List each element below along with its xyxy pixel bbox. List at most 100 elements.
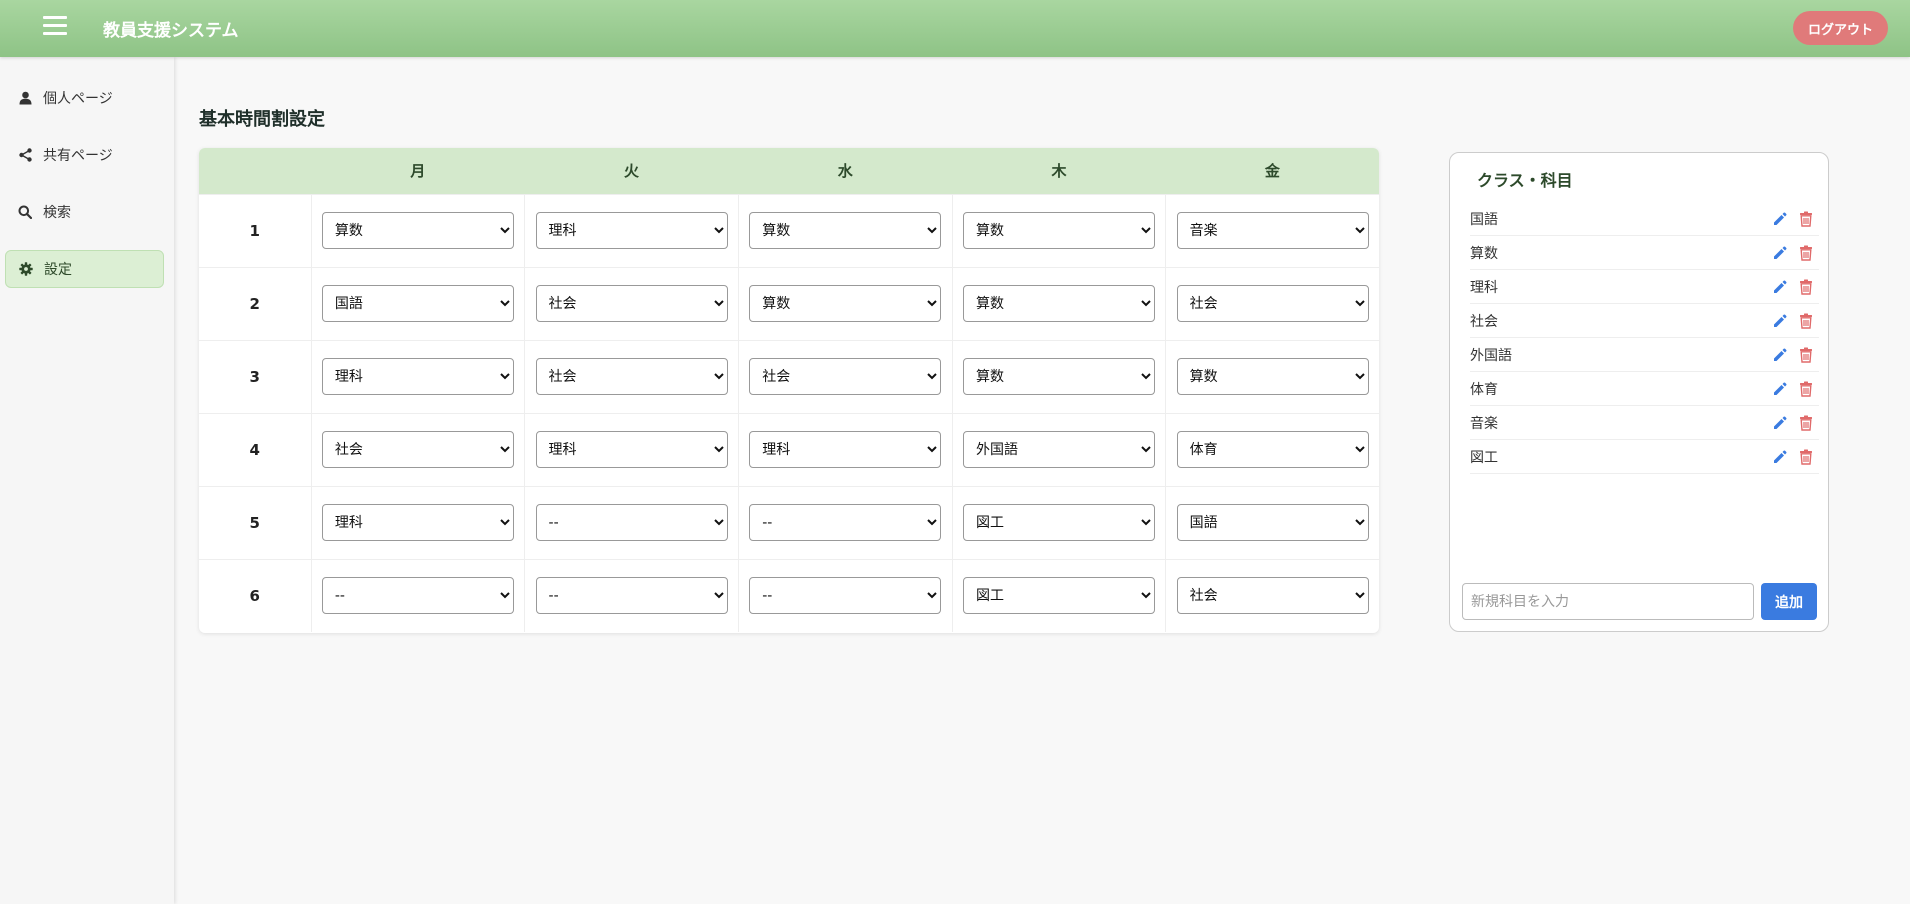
edit-pencil-icon[interactable] <box>1771 210 1789 228</box>
subject-select[interactable]: -- <box>749 504 942 541</box>
subject-select[interactable]: 音楽 <box>1176 212 1369 249</box>
subject-select[interactable]: 理科 <box>749 431 942 468</box>
subject-select[interactable]: 算数 <box>962 212 1155 249</box>
share-icon <box>17 147 33 163</box>
timetable-cell: 算数 <box>737 193 953 267</box>
subject-select[interactable]: 理科 <box>535 212 728 249</box>
timetable-cell: 社会 <box>524 339 739 413</box>
subject-select[interactable]: 図工 <box>962 577 1155 615</box>
subject-select[interactable]: 社会 <box>321 431 514 468</box>
subject-actions <box>1771 346 1819 364</box>
hamburger-menu-icon[interactable] <box>43 16 67 38</box>
delete-trash-icon[interactable] <box>1797 414 1815 432</box>
subject-select[interactable]: 社会 <box>1176 577 1369 615</box>
subject-select[interactable]: 算数 <box>1176 358 1369 395</box>
subject-list-item: 音楽 <box>1470 406 1819 440</box>
panel-title: クラス・科目 <box>1477 171 1573 190</box>
timetable-header-row: 月 火 水 木 金 <box>199 148 1379 194</box>
period-label: 5 <box>199 485 311 559</box>
subject-select[interactable]: 社会 <box>1176 285 1369 322</box>
subject-select[interactable]: 国語 <box>321 285 514 322</box>
subject-select[interactable]: 国語 <box>1176 504 1369 541</box>
gear-icon <box>18 261 34 277</box>
timetable-cell: -- <box>737 485 953 559</box>
edit-pencil-icon[interactable] <box>1771 244 1789 262</box>
subject-select[interactable]: 算数 <box>749 285 942 322</box>
search-icon <box>17 204 33 220</box>
timetable-cell: 算数 <box>951 266 1166 340</box>
subject-select[interactable]: 算数 <box>962 285 1155 322</box>
subject-select[interactable]: 理科 <box>535 431 728 468</box>
new-subject-input[interactable] <box>1462 583 1754 620</box>
timetable-cell: 図工 <box>951 485 1166 559</box>
sidebar-item-settings[interactable]: 設定 <box>5 250 164 288</box>
delete-trash-icon[interactable] <box>1797 448 1815 466</box>
delete-trash-icon[interactable] <box>1797 346 1815 364</box>
timetable-cell: 外国語 <box>951 412 1166 486</box>
edit-pencil-icon[interactable] <box>1771 448 1789 466</box>
subject-actions <box>1771 210 1819 228</box>
subject-select[interactable]: -- <box>321 577 514 615</box>
timetable: 月 火 水 木 金 1 算数 理科 算数 算数 音楽 2 国語 社会 算数 算数 社会 3 理科 社会 社会算… <box>199 148 1379 633</box>
edit-pencil-icon[interactable] <box>1771 278 1789 296</box>
day-header: 火 <box>524 148 739 194</box>
app-header: 教員支援システム ログアウト <box>0 0 1910 57</box>
sidebar-item-label: 個人ページ <box>43 91 113 107</box>
subject-select[interactable]: 社会 <box>535 285 728 322</box>
sidebar-item-shared-page[interactable]: 共有ページ <box>5 136 164 174</box>
subject-select[interactable]: 体育 <box>1176 431 1369 468</box>
subject-select[interactable]: -- <box>535 577 728 615</box>
subject-name: 算数 <box>1470 245 1498 262</box>
delete-trash-icon[interactable] <box>1797 312 1815 330</box>
subject-select[interactable]: 算数 <box>749 212 942 249</box>
logout-button[interactable]: ログアウト <box>1792 11 1888 45</box>
subject-panel: クラス・科目 国語算数理科社会外国語体育音楽図工 追加 <box>1449 152 1829 632</box>
subject-actions <box>1771 380 1819 398</box>
subject-list-item: 算数 <box>1470 236 1819 270</box>
subject-select[interactable]: -- <box>535 504 728 541</box>
subject-select[interactable]: -- <box>749 577 942 615</box>
sidebar-item-search[interactable]: 検索 <box>5 193 164 231</box>
timetable-cell: 理科 <box>310 339 525 413</box>
subject-select[interactable]: 社会 <box>535 358 728 395</box>
timetable-cell: 算数 <box>951 339 1166 413</box>
subject-actions <box>1771 244 1819 262</box>
add-subject-button[interactable]: 追加 <box>1761 583 1817 620</box>
sidebar: 個人ページ 共有ページ 検索 設定 <box>0 57 174 904</box>
subject-list-item: 社会 <box>1470 304 1819 338</box>
sidebar-item-label: 共有ページ <box>43 148 113 164</box>
edit-pencil-icon[interactable] <box>1771 380 1789 398</box>
subject-select[interactable]: 理科 <box>321 504 514 541</box>
day-header: 水 <box>738 148 953 194</box>
delete-trash-icon[interactable] <box>1797 278 1815 296</box>
delete-trash-icon[interactable] <box>1797 380 1815 398</box>
subject-actions <box>1771 312 1819 330</box>
sidebar-item-personal-page[interactable]: 個人ページ <box>5 79 164 117</box>
subject-list-item: 理科 <box>1470 270 1819 304</box>
subject-select[interactable]: 算数 <box>321 212 514 249</box>
edit-pencil-icon[interactable] <box>1771 414 1789 432</box>
subject-actions <box>1771 448 1819 466</box>
day-header: 金 <box>1165 148 1379 194</box>
timetable-cell: 社会 <box>737 339 953 413</box>
subject-name: 社会 <box>1470 313 1498 330</box>
timetable-cell: 図工 <box>951 558 1166 632</box>
subject-select[interactable]: 図工 <box>962 504 1155 541</box>
timetable-cell: 国語 <box>1165 485 1379 559</box>
edit-pencil-icon[interactable] <box>1771 346 1789 364</box>
subject-name: 外国語 <box>1470 347 1512 364</box>
delete-trash-icon[interactable] <box>1797 244 1815 262</box>
subject-select[interactable]: 理科 <box>321 358 514 395</box>
subject-name: 体育 <box>1470 381 1498 398</box>
edit-pencil-icon[interactable] <box>1771 312 1789 330</box>
subject-actions <box>1771 414 1819 432</box>
subject-list-item: 図工 <box>1470 440 1819 474</box>
timetable-cell: 算数 <box>737 266 953 340</box>
timetable-cell: 算数 <box>310 193 525 267</box>
subject-select[interactable]: 社会 <box>749 358 942 395</box>
subject-select[interactable]: 算数 <box>962 358 1155 395</box>
timetable-cell: 体育 <box>1165 412 1379 486</box>
subject-select[interactable]: 外国語 <box>962 431 1155 468</box>
timetable-cell: 国語 <box>310 266 525 340</box>
delete-trash-icon[interactable] <box>1797 210 1815 228</box>
